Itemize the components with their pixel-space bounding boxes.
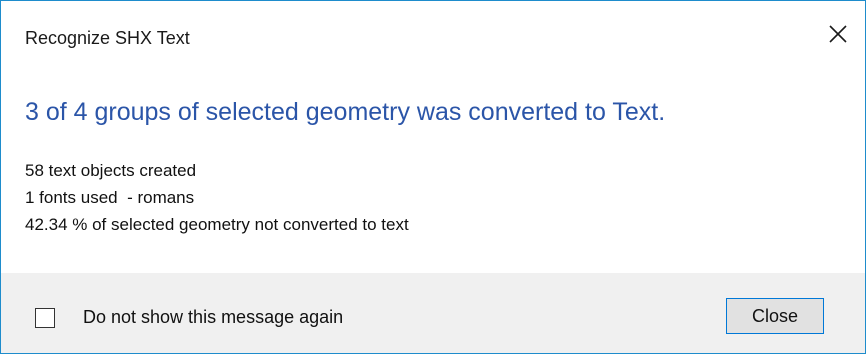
title-bar: Recognize SHX Text [1,1,865,71]
detail-line: 58 text objects created [25,161,197,180]
close-icon[interactable] [825,21,851,47]
dialog-footer: Do not show this message again Close [1,273,865,353]
detail-line: 42.34 % of selected geometry not convert… [25,215,409,234]
dont-show-again-label[interactable]: Do not show this message again [83,307,343,328]
dialog-window: Recognize SHX Text 3 of 4 groups of sele… [0,0,866,354]
result-details: 58 text objects created 1 fonts used - r… [25,157,409,238]
dont-show-again-checkbox[interactable] [35,307,55,328]
close-button[interactable]: Close [726,298,824,334]
result-headline: 3 of 4 groups of selected geometry was c… [25,98,666,126]
window-title: Recognize SHX Text [25,28,190,48]
detail-line: 1 fonts used - romans [25,188,195,207]
dont-show-again-option[interactable]: Do not show this message again [35,307,343,328]
